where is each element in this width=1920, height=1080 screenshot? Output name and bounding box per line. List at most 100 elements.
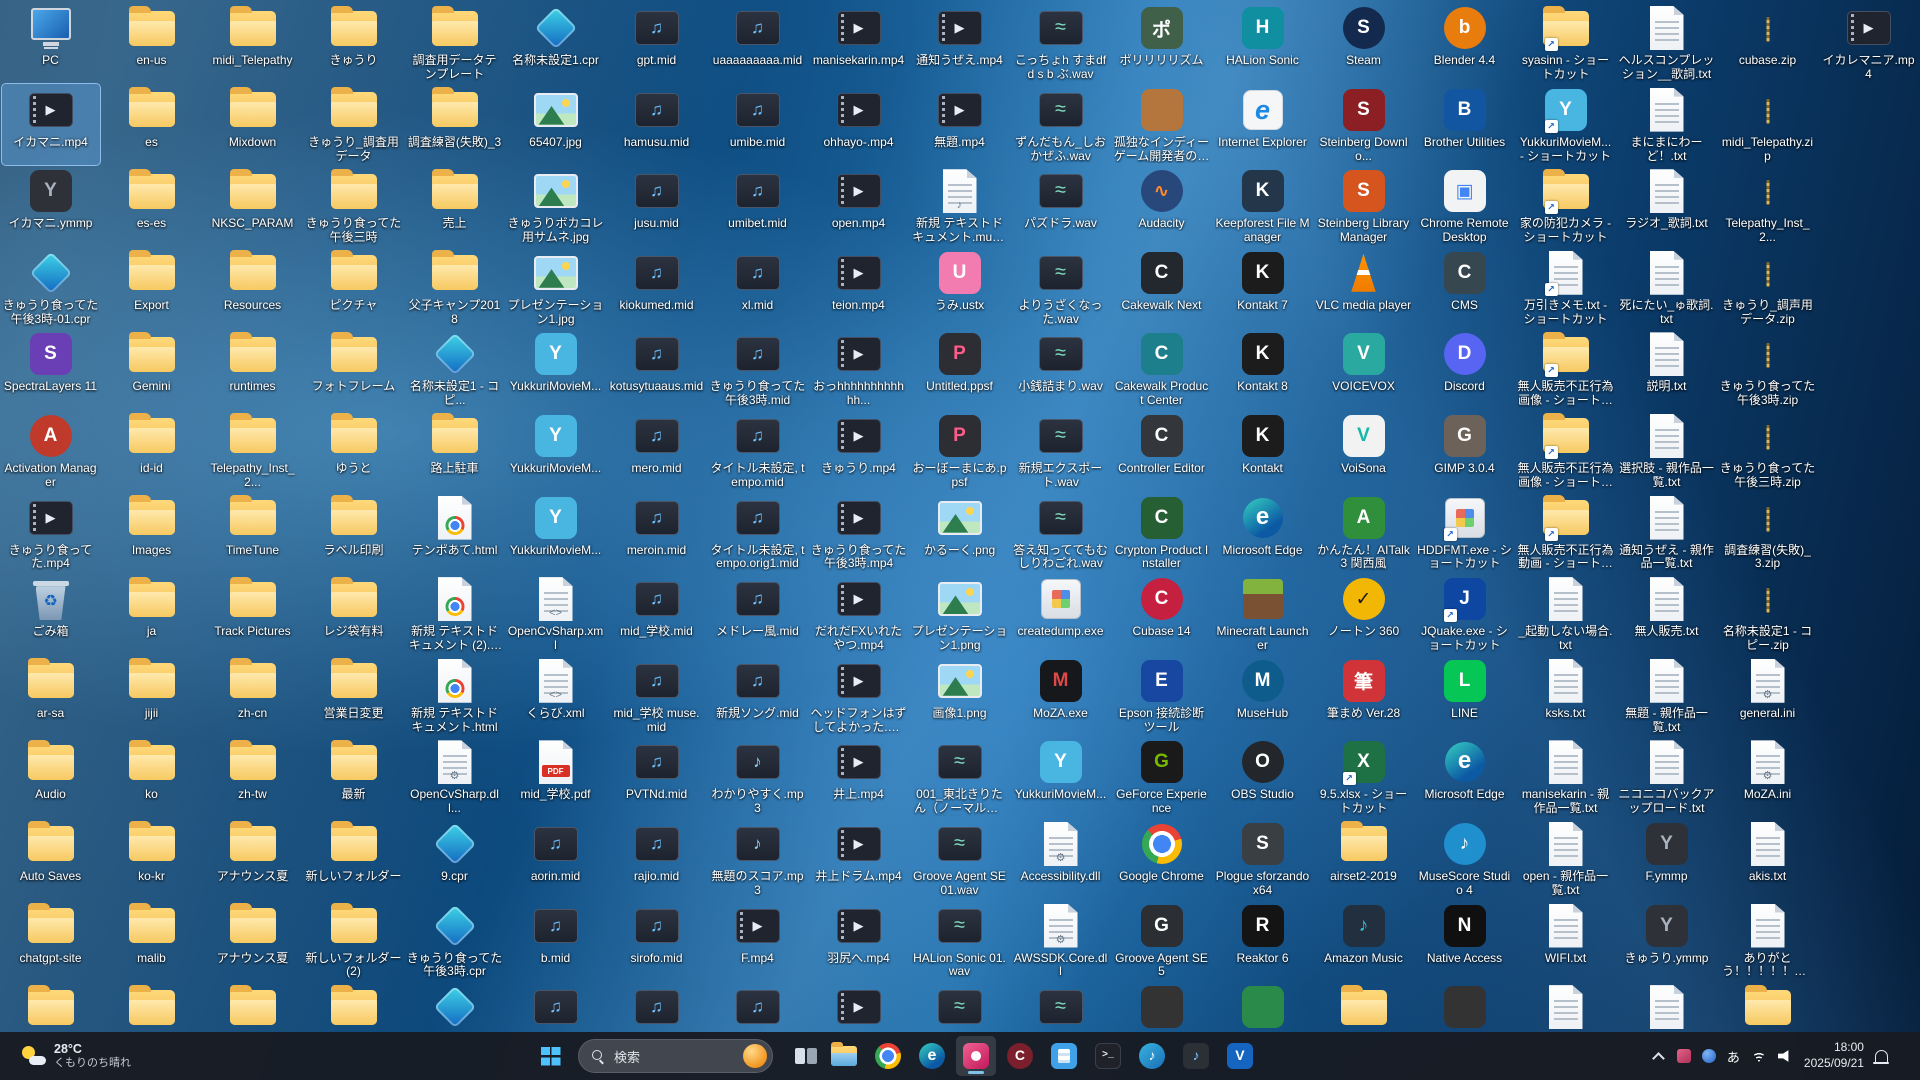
- desktop-icon[interactable]: 無題.mp4: [911, 84, 1009, 166]
- desktop-icon[interactable]: きゅうり_調声用データ.zip: [1719, 247, 1817, 329]
- taskbar-app-dev-app[interactable]: [1220, 1036, 1260, 1076]
- desktop-icon[interactable]: R Reaktor 6: [1214, 900, 1312, 982]
- desktop-icon[interactable]: F.mp4: [709, 900, 807, 982]
- desktop-icon[interactable]: P Untitled.ppsf: [911, 328, 1009, 410]
- desktop-icon[interactable]: K Kontakt 7: [1214, 247, 1312, 329]
- ime-indicator[interactable]: あ: [1727, 1047, 1740, 1066]
- desktop-icon[interactable]: 新規ソング.mid: [709, 655, 807, 737]
- desktop-icon[interactable]: runtimes: [204, 328, 302, 410]
- desktop-icon[interactable]: 画像1.png: [911, 655, 1009, 737]
- desktop-icon[interactable]: かるーく.png: [911, 492, 1009, 574]
- desktop-icon[interactable]: 無人販売不正行為画像 - ショートカット: [1517, 328, 1615, 410]
- desktop-icon[interactable]: D Discord: [1416, 328, 1514, 410]
- taskbar-app-notepad[interactable]: [1044, 1036, 1084, 1076]
- tray-clock[interactable]: 18:00 2025/09/21: [1804, 1040, 1864, 1071]
- desktop-icon[interactable]: <> くらび.xml: [507, 655, 605, 737]
- desktop-icon[interactable]: S Steinberg Library Manager: [1315, 165, 1413, 247]
- desktop-icon[interactable]: WIFI.txt: [1517, 900, 1615, 982]
- desktop-icon[interactable]: 路上駐車: [406, 410, 504, 492]
- desktop-icon[interactable]: プレゼンテーション1.jpg: [507, 247, 605, 329]
- desktop-icon[interactable]: es-es: [103, 165, 201, 247]
- desktop-icon[interactable]: Minecraft Launcher: [1214, 573, 1312, 655]
- desktop-icon[interactable]: meroin.mid: [608, 492, 706, 574]
- desktop-icon[interactable]: ⚙ OpenCvSharp.dll...: [406, 736, 504, 818]
- taskbar-app-audio-app[interactable]: [1176, 1036, 1216, 1076]
- desktop-icon[interactable]: 井上ドラム.mp4: [810, 818, 908, 900]
- desktop-icon[interactable]: midi_Telepathy: [204, 2, 302, 84]
- desktop-icon[interactable]: メドレー風.mid: [709, 573, 807, 655]
- desktop-icon[interactable]: createdump.exe: [1012, 573, 1110, 655]
- desktop-icon[interactable]: C Controller Editor: [1113, 410, 1211, 492]
- taskbar-app-terminal[interactable]: [1088, 1036, 1128, 1076]
- start-button[interactable]: [531, 1036, 571, 1076]
- desktop-icon[interactable]: アナウンス夏: [204, 818, 302, 900]
- desktop-icon[interactable]: 調査練習(失敗)_3.zip: [1719, 492, 1817, 574]
- desktop-icon[interactable]: ⚙ MoZA.ini: [1719, 736, 1817, 818]
- taskbar-app-task-view[interactable]: [780, 1036, 820, 1076]
- desktop-icon[interactable]: manisekarin.mp4: [810, 2, 908, 84]
- desktop-icon[interactable]: きゅうり食ってた午後3時.zip: [1719, 328, 1817, 410]
- desktop-icon[interactable]: Microsoft Edge: [1214, 492, 1312, 574]
- desktop-icon[interactable]: teion.mp4: [810, 247, 908, 329]
- desktop-icon[interactable]: 小銭詰まり.wav: [1012, 328, 1110, 410]
- desktop-icon[interactable]: タイトル未設定, tempo.mid: [709, 410, 807, 492]
- desktop-icon[interactable]: きゅうり: [305, 2, 403, 84]
- taskbar-app-musescore[interactable]: [1132, 1036, 1172, 1076]
- desktop-icon[interactable]: タイトル未設定, tempo.orig1.mid: [709, 492, 807, 574]
- desktop-icon[interactable]: ラジオ_歌詞.txt: [1618, 165, 1716, 247]
- desktop-icon[interactable]: 新しいフォルダー: [305, 818, 403, 900]
- weather-widget[interactable]: 28°C くもりのち晴れ: [10, 1038, 141, 1073]
- desktop-icon[interactable]: G GIMP 3.0.4: [1416, 410, 1514, 492]
- desktop-icon[interactable]: G Groove Agent SE 5: [1113, 900, 1211, 982]
- desktop-icon[interactable]: malib: [103, 900, 201, 982]
- desktop-icon[interactable]: プレゼンテーション1.png: [911, 573, 1009, 655]
- desktop-icon[interactable]: M MoZA.exe: [1012, 655, 1110, 737]
- desktop-icon[interactable]: Y きゅうり.ymmp: [1618, 900, 1716, 982]
- desktop-icon[interactable]: 新規エクスポート.wav: [1012, 410, 1110, 492]
- desktop-icon[interactable]: K Kontakt 8: [1214, 328, 1312, 410]
- desktop-icon[interactable]: Y YukkuriMovieM...: [507, 328, 605, 410]
- desktop-icon[interactable]: C Cakewalk Product Center: [1113, 328, 1211, 410]
- desktop-icon[interactable]: ヘッドフォンはずしてよかった.mp4: [810, 655, 908, 737]
- desktop-icon[interactable]: hamusu.mid: [608, 84, 706, 166]
- desktop-icon[interactable]: S Steinberg Downlo...: [1315, 84, 1413, 166]
- desktop-icon[interactable]: こっちょh すまdf d s b ぶ.wav: [1012, 2, 1110, 84]
- wifi-icon[interactable]: [1750, 1050, 1767, 1062]
- desktop-icon[interactable]: M MuseHub: [1214, 655, 1312, 737]
- desktop-icon[interactable]: ko: [103, 736, 201, 818]
- tray-app-icon-1[interactable]: [1676, 1049, 1691, 1063]
- desktop-icon[interactable]: es: [103, 84, 201, 166]
- desktop-icon[interactable]: Y YukkuriMovieM...: [507, 410, 605, 492]
- desktop-icon[interactable]: きゅうり食ってた午後三時.zip: [1719, 410, 1817, 492]
- desktop-icon[interactable]: ヘルスコンプレッション__歌詞.txt: [1618, 2, 1716, 84]
- desktop-icon[interactable]: Y YukkuriMovieM...: [507, 492, 605, 574]
- desktop-icon[interactable]: 説明.txt: [1618, 328, 1716, 410]
- desktop-icon[interactable]: O OBS Studio: [1214, 736, 1312, 818]
- desktop-icon[interactable]: ⚙ AWSSDK.Core.dll: [1012, 900, 1110, 982]
- desktop-icon[interactable]: C Crypton Product Installer: [1113, 492, 1211, 574]
- desktop-icon[interactable]: uaaaaaaaaa.mid: [709, 2, 807, 84]
- desktop-icon[interactable]: おっhhhhhhhhhhhh...: [810, 328, 908, 410]
- desktop-icon[interactable]: ar-sa: [2, 655, 100, 737]
- desktop-icon[interactable]: ずんだもん_しおかぜふ.wav: [1012, 84, 1110, 166]
- desktop-icon[interactable]: ohhayo-.mp4: [810, 84, 908, 166]
- desktop-icon[interactable]: zh-tw: [204, 736, 302, 818]
- desktop-icon[interactable]: xl.mid: [709, 247, 807, 329]
- desktop-icon[interactable]: TimeTune: [204, 492, 302, 574]
- taskbar-app-video-editor[interactable]: [955, 1036, 996, 1076]
- taskbar-app-edge[interactable]: [912, 1036, 952, 1076]
- desktop-icon[interactable]: P おーぼーまにあ.ppsf: [911, 410, 1009, 492]
- desktop-icon[interactable]: Gemini: [103, 328, 201, 410]
- desktop-icon[interactable]: ラベル印刷: [305, 492, 403, 574]
- desktop-icon[interactable]: chatgpt-site: [2, 900, 100, 982]
- desktop-icon[interactable]: 父子キャンプ2018: [406, 247, 504, 329]
- desktop-icon[interactable]: rajio.mid: [608, 818, 706, 900]
- desktop-icon[interactable]: syasinn - ショートカット: [1517, 2, 1615, 84]
- desktop-icon[interactable]: ▣ Chrome Remote Desktop: [1416, 165, 1514, 247]
- desktop-icon[interactable]: 孤独なインディーゲーム開発者の一生...: [1113, 84, 1211, 166]
- desktop-icon[interactable]: ja: [103, 573, 201, 655]
- desktop-icon[interactable]: ∿ Audacity: [1113, 165, 1211, 247]
- desktop-icon[interactable]: 死にたい_ゅ歌詞.txt: [1618, 247, 1716, 329]
- desktop-icon[interactable]: 万引きメモ.txt - ショートカット: [1517, 247, 1615, 329]
- desktop-icon[interactable]: U うみ.ustx: [911, 247, 1009, 329]
